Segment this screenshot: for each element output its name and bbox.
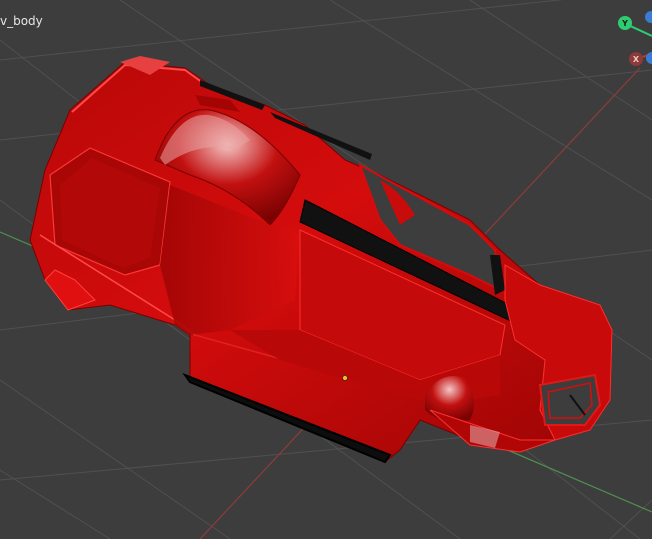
gizmo-x-label: X xyxy=(633,55,640,64)
gizmo-z-axis-icon[interactable] xyxy=(645,11,652,23)
navigation-gizmo[interactable]: Y X xyxy=(600,8,652,74)
gizmo-y-label: Y xyxy=(621,19,628,28)
car-body-mesh[interactable] xyxy=(29,56,613,464)
origin-point[interactable] xyxy=(342,375,348,381)
gizmo-z-neg-axis-icon[interactable] xyxy=(646,52,652,64)
3d-viewport[interactable]: v_body Y X xyxy=(0,0,652,539)
object-name-label: v_body xyxy=(0,14,43,28)
viewport-scene[interactable] xyxy=(0,0,652,539)
